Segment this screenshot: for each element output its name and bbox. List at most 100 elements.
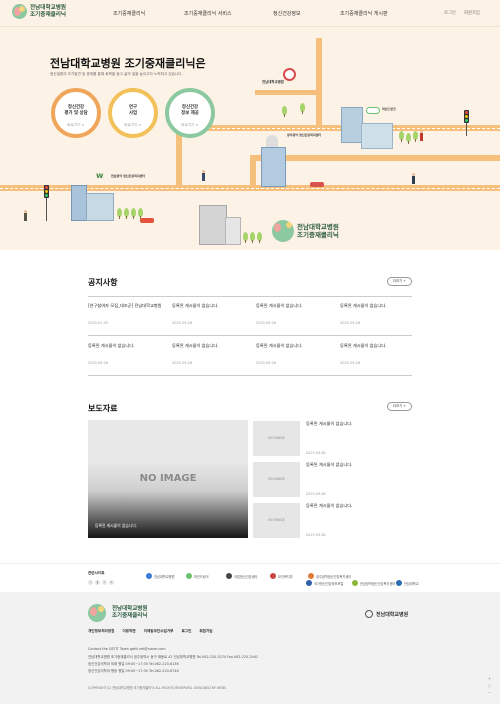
car-icon xyxy=(140,218,154,223)
notice-more-button[interactable]: 더보기 + xyxy=(387,277,412,286)
tree-icon xyxy=(138,208,143,219)
building-icon xyxy=(86,193,114,221)
clinic-logo-icon xyxy=(272,220,294,242)
pause-icon[interactable]: ‖ xyxy=(95,580,100,585)
tree-icon xyxy=(300,103,305,114)
sign-center-jeonnam: 전남광역 정신건강복지센터 xyxy=(111,174,146,178)
tree-icon xyxy=(282,106,287,117)
press-item-title[interactable]: 등록된 게시물이 없습니다. xyxy=(306,421,352,427)
prev-icon[interactable]: ‹ xyxy=(88,580,93,585)
building-icon xyxy=(261,147,286,187)
road xyxy=(250,155,256,191)
nav-item-services[interactable]: 조기중재클리닉 서비스 xyxy=(184,10,232,17)
notice-item[interactable]: 등록된 게시물이 없습니다. 2025.09.26 xyxy=(88,343,162,365)
building-icon xyxy=(361,123,393,149)
partner-link[interactable]: 전남대학교병원 xyxy=(146,573,175,579)
pedestrian-icon xyxy=(420,130,423,141)
partner-logo-icon xyxy=(352,580,358,586)
partner-link[interactable]: 마인드링크 xyxy=(186,573,209,579)
plus-icon[interactable]: + xyxy=(109,580,114,585)
pedestrian-icon xyxy=(24,210,27,221)
main-nav: 조기중재클리닉 조기중재클리닉 서비스 정신건강정보 조기중재클리닉 게시판 xyxy=(0,10,500,18)
next-icon[interactable]: › xyxy=(102,580,107,585)
hospital-emblem-icon xyxy=(365,610,373,618)
press-title: 보도자료 xyxy=(88,404,118,413)
tree-icon xyxy=(406,133,411,144)
circle-more-link[interactable]: 바로가기 > xyxy=(55,123,97,128)
mind-link-logo-icon xyxy=(366,107,380,114)
privacy-policy-link[interactable]: 개인정보처리방침 xyxy=(88,629,114,634)
copyright: COPYRIGHT(C) 전남대학교병원 조기중재클리닉 ALL RIGHTS … xyxy=(88,686,227,690)
notice-item[interactable]: 등록된 게시물이 없습니다. 2025.09.26 xyxy=(340,343,414,365)
partner-logo-icon xyxy=(146,573,152,579)
notice-item[interactable]: 등록된 게시물이 없습니다. 2025.09.26 xyxy=(256,303,330,325)
circle-more-link[interactable]: 바로가기 > xyxy=(112,123,154,128)
road xyxy=(255,90,322,95)
address-info: 전남대학교병원 조기중재클리닉 광주광역시 동구 제봉로 42 전남대학교병원 … xyxy=(88,655,259,659)
press-item-date: 2025.09.26 xyxy=(306,492,326,496)
zoom-out-icon[interactable]: − xyxy=(487,690,492,695)
circle-more-link[interactable]: 바로가기 > xyxy=(169,123,211,128)
partner-link[interactable]: 광주광역정신건강복지센터 xyxy=(308,573,351,579)
nav-item-board[interactable]: 조기중재클리닉 게시판 xyxy=(340,10,388,17)
site-header: 전남대학교병원 조기중재클리닉 조기중재클리닉 조기중재클리닉 서비스 정신건강… xyxy=(0,0,500,27)
join-link[interactable]: 회원가입 xyxy=(464,10,480,16)
press-thumbnail[interactable]: NO IMAGE xyxy=(253,462,300,497)
building-icon xyxy=(266,135,278,147)
press-more-button[interactable]: 더보기 + xyxy=(387,402,412,411)
tree-icon xyxy=(257,232,262,243)
building-icon xyxy=(199,205,227,245)
building-icon xyxy=(341,107,363,143)
hospital-logo[interactable]: 전남대학교병원 xyxy=(365,610,408,618)
notice-item[interactable]: 등록된 게시물이 없습니다. 2025.09.26 xyxy=(256,343,330,365)
footer-join-link[interactable]: 회원가입 xyxy=(199,629,212,634)
notice-item[interactable]: 등록된 게시물이 없습니다. 2025.09.26 xyxy=(172,343,246,365)
zoom-reset-icon[interactable]: ○ xyxy=(487,683,492,688)
email-refusal-link[interactable]: 이메일무단수집거부 xyxy=(144,629,174,634)
footer-login-link[interactable]: 로그인 xyxy=(181,629,191,634)
notice-title: 공지사항 xyxy=(88,278,118,287)
service-circle-research[interactable]: 연구 사업 바로가기 > xyxy=(108,88,158,138)
footer-logo: 전남대학교병원 조기중재클리닉 xyxy=(88,604,147,622)
partner-link[interactable]: 전남광역정신건강복지센터 xyxy=(352,580,395,586)
zoom-in-icon[interactable]: + xyxy=(487,676,492,681)
login-link[interactable]: 로그인 xyxy=(444,10,456,16)
clinic-logo-icon xyxy=(88,604,106,622)
service-circle-information[interactable]: 정신건강 정보 제공 바로가기 > xyxy=(165,88,215,138)
notice-item[interactable]: 등록된 게시물이 없습니다. 2025.09.26 xyxy=(172,303,246,325)
press-featured-item[interactable]: NO IMAGE 등록된 게시물이 없습니다. xyxy=(88,420,248,538)
hero-section: 전남대학교병원 조기중재클리닉은 정신질환의 조기발견 및 중재를 통해 회복을… xyxy=(0,27,500,250)
partner-logo-icon xyxy=(270,573,276,579)
contact-info: Contact the GETIT Team getit.net@naver.c… xyxy=(88,647,166,651)
related-sites-label: 관련사이트 xyxy=(88,571,105,575)
partner-link[interactable]: 국가정신건강정보포털 xyxy=(306,580,343,586)
footer-links: 개인정보처리방침 이용약관 이메일무단수집거부 로그인 회원가입 xyxy=(88,629,213,634)
sign-hospital: 전남대학교병원 xyxy=(262,80,284,84)
outpatient-info: 정신건강의학과 외래 평일 09:00~17:30 Tel.062-220-61… xyxy=(88,662,179,666)
tree-icon xyxy=(399,131,404,142)
hero-clinic-logo: 전남대학교병원 조기중재클리닉 xyxy=(272,220,339,242)
press-item-title[interactable]: 등록된 게시물이 없습니다. xyxy=(306,503,352,509)
notice-item[interactable]: [연구참여자 모집_대조군] 전남대학교병원 2025.01.03 xyxy=(88,303,162,325)
traffic-light-icon xyxy=(464,110,469,123)
partner-logo-icon xyxy=(308,573,314,579)
press-featured-caption: 등록된 게시물이 없습니다. xyxy=(95,523,138,528)
nav-item-clinic[interactable]: 조기중재클리닉 xyxy=(113,10,145,17)
service-circle-assessment[interactable]: 정신건강 평가 및 상담 바로가기 > xyxy=(51,88,101,138)
related-sites-bar: 관련사이트 ‹ ‖ › + 전남대학교병원 마인드링크 국립정신건강센터 보건복… xyxy=(0,563,500,592)
partner-logo-icon xyxy=(306,580,312,586)
terms-link[interactable]: 이용약관 xyxy=(122,629,135,634)
nav-item-mental-health-info[interactable]: 정신건강정보 xyxy=(273,10,301,17)
sign-center-gwangju: 광주광역 정신건강복지센터 xyxy=(287,133,322,137)
notice-item[interactable]: 등록된 게시물이 없습니다. 2025.09.26 xyxy=(340,303,414,325)
partner-link[interactable]: 보건복지부 xyxy=(270,573,293,579)
car-icon xyxy=(310,182,324,187)
press-thumbnail[interactable]: NO IMAGE xyxy=(253,421,300,456)
partner-logo-icon xyxy=(186,573,192,579)
tree-icon xyxy=(250,232,255,243)
center-logo-icon: w xyxy=(96,171,104,180)
partner-link[interactable]: 전남대학교 xyxy=(396,580,419,586)
press-thumbnail[interactable]: NO IMAGE xyxy=(253,503,300,538)
partner-link[interactable]: 국립정신건강센터 xyxy=(226,573,257,579)
press-item-title[interactable]: 등록된 게시물이 없습니다. xyxy=(306,462,352,468)
